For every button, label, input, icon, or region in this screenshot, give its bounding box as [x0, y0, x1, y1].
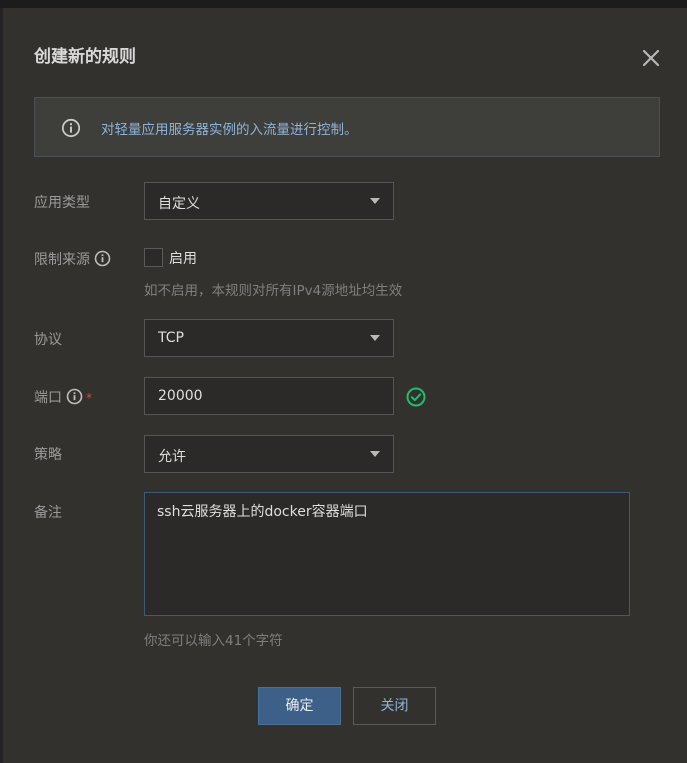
notice-text: 对轻量应用服务器实例的入流量进行控制。 — [101, 122, 358, 138]
caret-down-icon — [370, 198, 380, 204]
remark-label-text: 备注 — [34, 505, 62, 521]
remark-value: ssh云服务器上的docker容器端口 — [157, 504, 368, 520]
close-button[interactable]: 关闭 — [353, 687, 436, 725]
dialog-title: 创建新的规则 — [34, 47, 136, 67]
source-limit-checkbox[interactable] — [144, 248, 163, 267]
protocol-label: 协议 — [34, 329, 62, 349]
create-rule-dialog: 创建新的规则 对轻量应用服务器实例的入流量进行控制。 应用类型 自定义 限制来源 — [3, 8, 687, 763]
app-type-select[interactable]: 自定义 — [144, 182, 394, 220]
source-limit-checkbox-label[interactable]: 启用 — [169, 248, 197, 268]
source-limit-hint: 如不启用，本规则对所有IPv4源地址均生效 — [144, 283, 403, 299]
close-icon[interactable] — [639, 46, 663, 70]
caret-down-icon — [370, 451, 380, 457]
check-circle-icon — [405, 386, 427, 408]
help-info-icon[interactable] — [94, 250, 111, 271]
policy-select[interactable]: 允许 — [144, 435, 394, 473]
port-label: 端口 * — [34, 387, 92, 409]
help-info-icon[interactable] — [66, 388, 83, 409]
info-circle-icon — [61, 118, 81, 138]
remark-textarea[interactable]: ssh云服务器上的docker容器端口 — [144, 492, 630, 616]
remark-char-count: 你还可以输入41个字符 — [144, 633, 283, 649]
app-type-label-text: 应用类型 — [34, 195, 90, 211]
policy-value: 允许 — [158, 449, 186, 465]
policy-label-text: 策略 — [34, 447, 62, 463]
port-value: 20000 — [158, 388, 203, 404]
info-notice: 对轻量应用服务器实例的入流量进行控制。 — [34, 97, 660, 157]
source-limit-label-text: 限制来源 — [34, 252, 90, 268]
backdrop — [0, 0, 687, 8]
port-label-text: 端口 — [34, 390, 62, 406]
app-type-value: 自定义 — [158, 196, 200, 212]
protocol-value: TCP — [158, 330, 184, 346]
protocol-select[interactable]: TCP — [144, 319, 394, 357]
port-input[interactable]: 20000 — [144, 377, 394, 415]
protocol-label-text: 协议 — [34, 332, 62, 348]
caret-down-icon — [370, 335, 380, 341]
confirm-button[interactable]: 确定 — [258, 687, 341, 725]
source-limit-label: 限制来源 — [34, 249, 111, 271]
app-type-label: 应用类型 — [34, 192, 90, 212]
remark-label: 备注 — [34, 502, 62, 522]
required-mark: * — [86, 391, 92, 405]
policy-label: 策略 — [34, 444, 62, 464]
